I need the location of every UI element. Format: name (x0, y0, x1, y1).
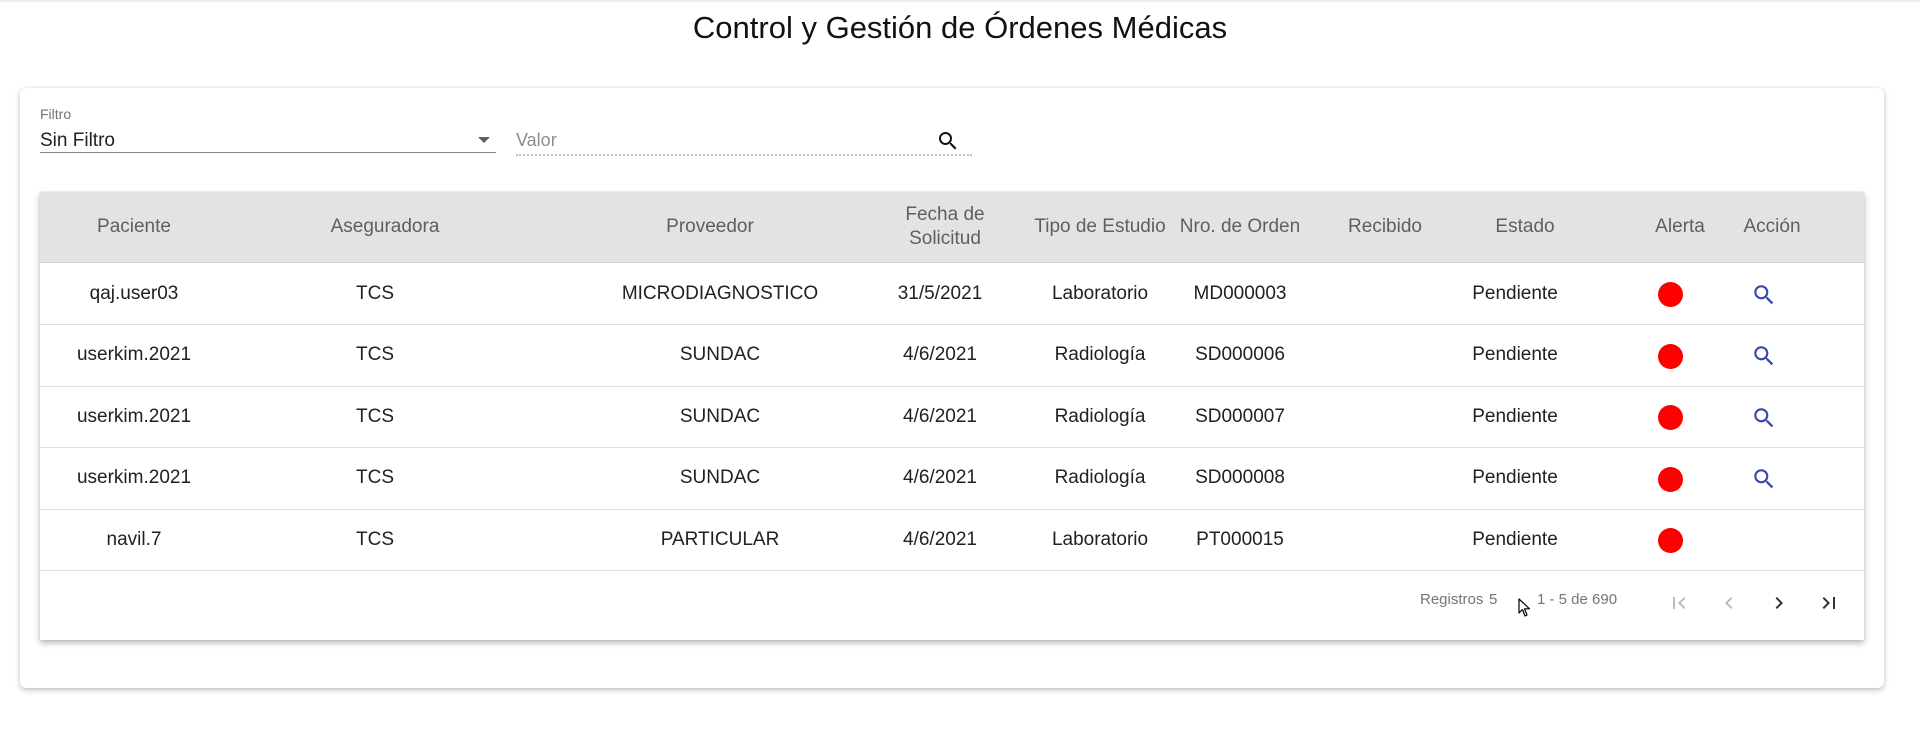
cell-recibido (1330, 263, 1440, 324)
cell-proveedor: SUNDAC (679, 467, 761, 488)
cell-paciente: userkim.2021 (76, 344, 192, 365)
alert-indicator (1657, 282, 1683, 307)
header-fecha[interactable]: Fecha de Solicitud (890, 192, 1000, 262)
table-row: userkim.2021 TCS SUNDAC 4/6/2021 Radiología S… (40, 448, 1864, 510)
alert-indicator (1657, 528, 1683, 553)
header-accion[interactable]: Acción (1732, 192, 1812, 262)
cell-paciente: navil.7 (106, 528, 162, 550)
filter-label: Filtro (40, 106, 72, 122)
cell-recibido (1330, 509, 1440, 570)
cell-tipo: Radiología (1054, 344, 1146, 365)
header-paciente[interactable]: Paciente (64, 192, 204, 262)
cell-alerta (1650, 386, 1690, 447)
filter-selected-value: Sin Filtro (40, 130, 115, 151)
value-input[interactable] (516, 128, 916, 152)
view-order-search-icon[interactable] (1751, 343, 1777, 369)
cell-fecha: 4/6/2021 (903, 528, 977, 550)
cell-proveedor: SUNDAC (679, 405, 761, 427)
cell-proveedor: SUNDAC (679, 344, 761, 365)
cell-aseguradora: TCS (356, 344, 394, 365)
cell-fecha: 4/6/2021 (903, 467, 977, 488)
header-nro-orden[interactable]: Nro. de Orden (1170, 192, 1310, 262)
cell-accion (1740, 509, 1788, 570)
cell-aseguradora: TCS (356, 405, 394, 427)
header-recibido[interactable]: Recibido (1330, 192, 1440, 262)
cell-estado: Pendiente (1472, 405, 1558, 427)
table-row: navil.7 TCS PARTICULAR 4/6/2021 Laboratorio P… (40, 509, 1864, 571)
table-row: userkim.2021 TCS SUNDAC 4/6/2021 Radiología S… (40, 325, 1864, 387)
cell-aseguradora: TCS (356, 282, 394, 304)
header-estado[interactable]: Estado (1470, 192, 1580, 262)
cell-tipo: Radiología (1054, 405, 1146, 427)
cell-estado: Pendiente (1472, 344, 1558, 365)
cell-tipo: Radiología (1054, 467, 1146, 488)
cell-alerta (1650, 448, 1690, 509)
cell-accion (1740, 263, 1788, 324)
header-aseguradora[interactable]: Aseguradora (310, 192, 460, 262)
cell-estado: Pendiente (1472, 282, 1558, 304)
header-alerta[interactable]: Alerta (1640, 192, 1720, 262)
cell-paciente: userkim.2021 (76, 467, 192, 488)
records-label: Registros (1420, 591, 1484, 608)
cell-orden: SD000007 (1195, 405, 1285, 427)
top-shadow (0, 0, 1920, 3)
cell-estado: Pendiente (1472, 467, 1558, 488)
cell-estado: Pendiente (1472, 528, 1558, 550)
cell-alerta (1650, 325, 1690, 386)
cell-proveedor: MICRODIAGNOSTICO (621, 282, 819, 304)
orders-card: Filtro Sin Filtro Paciente Aseguradora P… (20, 88, 1884, 688)
table-header: Paciente Aseguradora Proveedor Fecha de … (40, 192, 1864, 263)
header-proveedor[interactable]: Proveedor (630, 192, 790, 262)
orders-table: Paciente Aseguradora Proveedor Fecha de … (40, 192, 1864, 640)
next-page-icon[interactable] (1766, 590, 1792, 616)
cell-orden: SD000008 (1195, 467, 1285, 488)
alert-indicator (1657, 466, 1683, 492)
value-field (516, 128, 972, 156)
cell-orden: MD000003 (1193, 282, 1287, 304)
mouse-cursor-icon (1518, 598, 1532, 623)
table-row: qaj.user03 TCS MICRODIAGNOSTICO 31/5/2021 La… (40, 263, 1864, 325)
cell-aseguradora: TCS (356, 467, 394, 488)
cell-alerta (1650, 509, 1690, 570)
chevron-down-icon (478, 137, 490, 143)
page-range: 1 - 5 de 690 (1537, 591, 1618, 608)
cell-recibido (1330, 386, 1440, 447)
view-order-search-icon[interactable] (1751, 405, 1777, 431)
cell-recibido (1330, 325, 1440, 386)
cell-fecha: 31/5/2021 (897, 282, 983, 304)
cell-alerta (1650, 263, 1690, 324)
cell-proveedor: PARTICULAR (660, 528, 780, 550)
filter-select[interactable]: Filtro Sin Filtro (40, 106, 496, 153)
page-title: Control y Gestión de Órdenes Médicas (692, 10, 1228, 45)
cell-tipo: Laboratorio (1051, 282, 1149, 304)
previous-page-icon[interactable] (1716, 590, 1742, 616)
cell-paciente: userkim.2021 (76, 405, 192, 427)
records-per-page[interactable]: 5 (1489, 591, 1497, 608)
view-order-search-icon[interactable] (1751, 282, 1777, 308)
cell-accion (1740, 325, 1788, 386)
cell-orden: PT000015 (1196, 528, 1284, 550)
first-page-icon[interactable] (1666, 590, 1692, 616)
last-page-icon[interactable] (1816, 590, 1842, 616)
search-icon[interactable] (936, 129, 964, 157)
header-tipo-estudio[interactable]: Tipo de Estudio (1020, 192, 1180, 262)
cell-fecha: 4/6/2021 (903, 344, 977, 365)
cell-paciente: qaj.user03 (89, 282, 179, 304)
cell-accion (1740, 386, 1788, 447)
alert-indicator (1657, 343, 1683, 369)
cell-tipo: Laboratorio (1051, 528, 1149, 550)
view-order-search-icon[interactable] (1751, 466, 1777, 492)
cell-recibido (1330, 448, 1440, 509)
cell-accion (1740, 448, 1788, 509)
alert-indicator (1657, 405, 1683, 430)
cell-fecha: 4/6/2021 (903, 405, 977, 427)
table-row: userkim.2021 TCS SUNDAC 4/6/2021 Radiología S… (40, 386, 1864, 448)
cell-orden: SD000006 (1195, 344, 1285, 365)
cell-aseguradora: TCS (356, 528, 394, 550)
